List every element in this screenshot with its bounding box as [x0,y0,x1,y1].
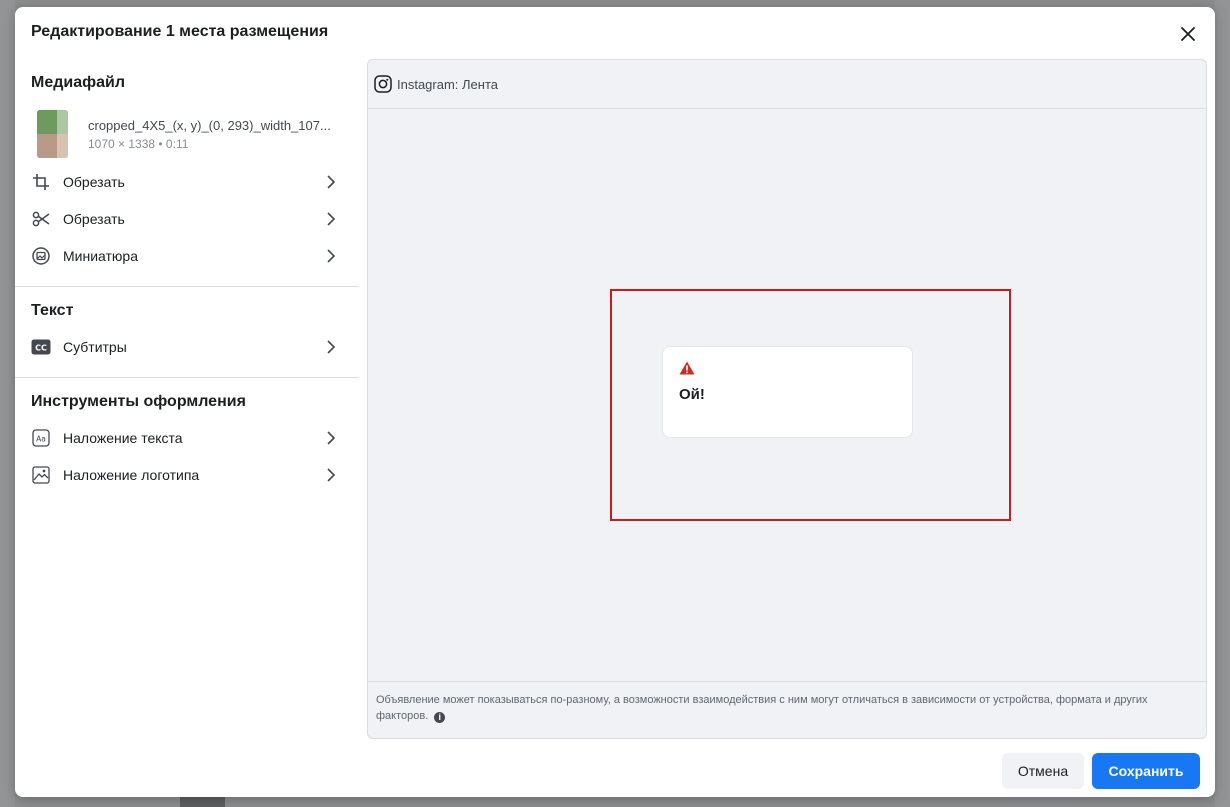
chevron-right-icon [327,339,336,354]
media-section-title: Медиафайл [31,74,126,91]
preview-disclaimer: Объявление может показываться по-разному… [376,694,1148,722]
logo-overlay-item[interactable]: Наложение логотипа [15,456,359,493]
error-message: Ой! [679,386,705,403]
media-file-name: cropped_4X5_(x, y)_(0, 293)_width_107... [88,117,331,133]
media-file: cropped_4X5_(x, y)_(0, 293)_width_107...… [15,108,359,160]
svg-text:CC: CC [35,343,47,352]
section-divider [15,286,359,287]
trim-video-item[interactable]: Обрезать [15,200,359,237]
logo-overlay-label: Наложение логотипа [63,466,200,483]
chevron-right-icon [327,467,336,482]
info-icon[interactable]: i [434,711,446,723]
text-overlay-item[interactable]: Aa Наложение текста [15,419,359,456]
section-divider [15,377,359,378]
media-file-meta: 1070 × 1338 • 0:11 [88,136,189,151]
thumbnail-label: Миниатюра [63,247,138,264]
scissors-icon [31,209,51,229]
crop-aspect-item[interactable]: Обрезать [15,163,359,200]
tools-section-title: Инструменты оформления [31,393,246,410]
chevron-right-icon [327,430,336,445]
chevron-right-icon [327,248,336,263]
edit-placement-dialog: Редактирование 1 места размещения Медиаф… [15,7,1215,797]
chevron-right-icon [327,174,336,189]
thumbnail-item[interactable]: Миниатюра [15,237,359,274]
instagram-icon [374,75,392,93]
svg-text:Aa: Aa [36,434,46,443]
warning-icon [679,361,695,375]
trim-video-label: Обрезать [63,210,125,227]
text-overlay-label: Наложение текста [63,429,183,446]
placement-label: Instagram: Лента [397,76,499,92]
text-section-title: Текст [31,302,74,319]
background-right-strip [1215,0,1230,807]
background-left-strip [0,0,15,807]
settings-panel: Медиафайл cropped_4X5_(x, y)_(0, 293)_wi… [15,59,359,493]
save-button[interactable]: Сохранить [1092,753,1200,789]
close-icon [1181,27,1195,41]
captions-label: Субтитры [63,338,127,355]
cancel-button[interactable]: Отмена [1002,753,1084,789]
chevron-right-icon [327,211,336,226]
close-button[interactable] [1175,21,1201,47]
error-card: Ой! [662,346,913,438]
preview-header: Instagram: Лента [368,60,1206,109]
captions-item[interactable]: CC Субтитры [15,328,359,365]
crop-icon [31,172,51,192]
crop-aspect-label: Обрезать [63,173,125,190]
thumbnail-icon [31,246,51,266]
image-overlay-icon [31,465,51,485]
preview-footer: Объявление может показываться по-разному… [368,681,1206,738]
captions-icon: CC [31,337,51,357]
dialog-title: Редактирование 1 места размещения [31,23,329,40]
background-bar [180,797,225,807]
media-thumbnail [37,110,68,158]
ad-preview-panel: Instagram: Лента Ой! Объявление может по… [367,59,1207,739]
text-overlay-icon: Aa [31,428,51,448]
